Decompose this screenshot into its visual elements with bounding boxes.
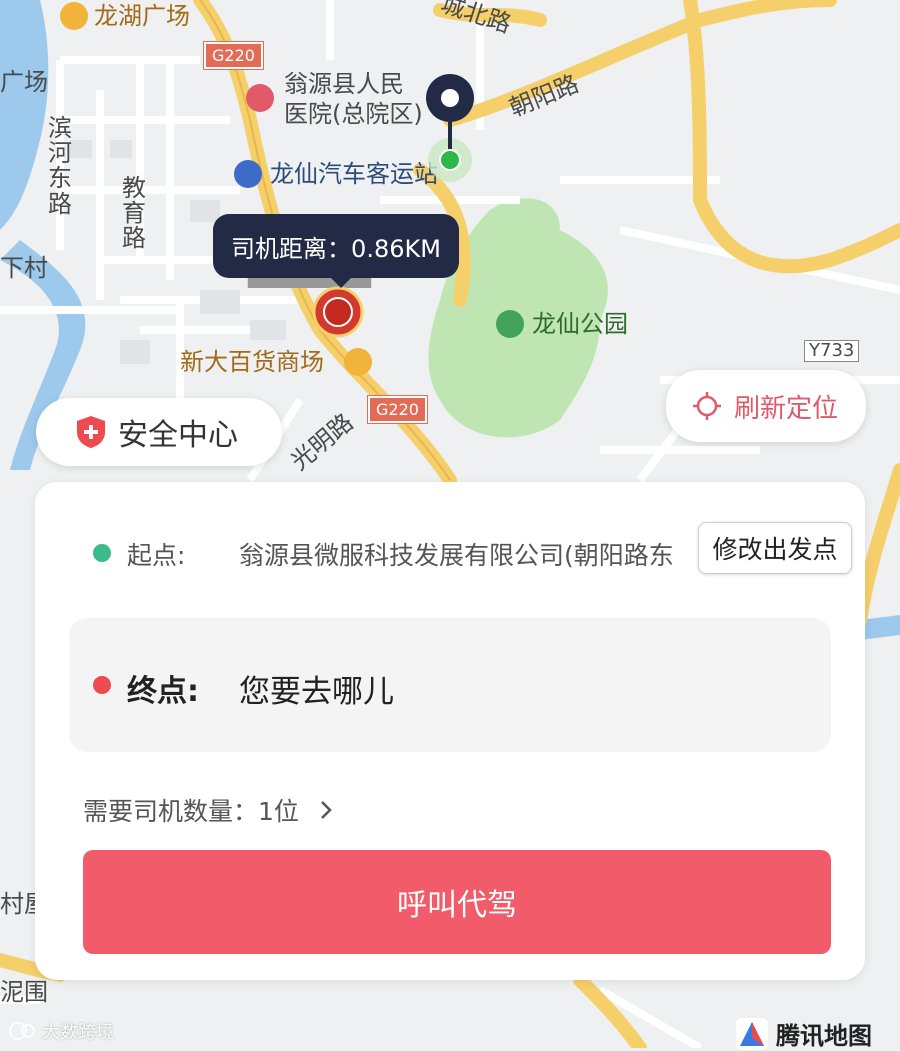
location-pin-icon bbox=[426, 74, 474, 182]
start-label: 起点: bbox=[127, 541, 186, 570]
safety-center-button[interactable]: 安全中心 bbox=[36, 398, 282, 466]
watermark-text: 大数跨境 bbox=[42, 1022, 114, 1043]
road-shield-g220-lower: G220 bbox=[367, 395, 428, 424]
map-label-hospital-line1: 翁源县人民 bbox=[284, 70, 404, 98]
driver-count-selector[interactable]: 需要司机数量：1位 bbox=[83, 792, 335, 828]
map-label-jiaoyu-road: 教育路 bbox=[122, 174, 146, 253]
map-label-y733: Y733 bbox=[804, 340, 860, 362]
trip-card: 起点: 翁源县微服科技发展有限公司(朝阳路东 修改出发点 终点: 您要去哪儿 需… bbox=[35, 482, 865, 980]
destination-input[interactable]: 终点: 您要去哪儿 bbox=[69, 618, 831, 752]
park-poi-icon bbox=[496, 310, 524, 338]
mall-poi-icon bbox=[60, 2, 88, 30]
chevron-right-icon bbox=[321, 801, 332, 819]
map-provider-logo: 腾讯地图 bbox=[736, 1016, 872, 1051]
end-dot-icon bbox=[93, 676, 111, 694]
map-label-binhe-road: 滨河东路 bbox=[48, 114, 72, 218]
refresh-location-button[interactable]: 刷新定位 bbox=[666, 370, 866, 442]
tencent-map-logo-icon bbox=[736, 1017, 768, 1050]
map-label-niwei: 泥围 bbox=[0, 978, 48, 1006]
hospital-poi-icon bbox=[246, 84, 274, 112]
map-label-xiacun: 下村 bbox=[0, 254, 48, 282]
map-label-department-store: 新大百货商场 bbox=[180, 348, 324, 376]
start-point-row[interactable]: 起点: 翁源县微服科技发展有限公司(朝阳路东 修改出发点 bbox=[35, 522, 865, 582]
refresh-location-label: 刷新定位 bbox=[734, 393, 839, 424]
watermark: 大数跨境 bbox=[8, 1018, 114, 1044]
bus-station-icon bbox=[234, 160, 262, 188]
start-address: 翁源县微服科技发展有限公司(朝阳路东 bbox=[239, 541, 674, 570]
end-label: 终点: bbox=[127, 674, 199, 709]
safety-center-label: 安全中心 bbox=[118, 418, 238, 453]
shield-plus-icon bbox=[77, 416, 105, 448]
driver-count-label: 需要司机数量：1位 bbox=[83, 797, 299, 826]
watermark-logo-icon bbox=[9, 1022, 35, 1040]
crosshair-icon bbox=[693, 392, 721, 420]
map-label-hospital-line2: 医院(总院区) bbox=[284, 100, 423, 128]
modify-start-button[interactable]: 修改出发点 bbox=[698, 522, 852, 574]
driver-marker-icon bbox=[312, 286, 364, 338]
map-provider-label: 腾讯地图 bbox=[776, 1022, 872, 1050]
shop-poi-icon bbox=[344, 348, 372, 376]
map-label-longhu-plaza: 龙湖广场 bbox=[94, 2, 190, 30]
call-driver-button[interactable]: 呼叫代驾 bbox=[83, 850, 831, 954]
road-shield-g220: G220 bbox=[203, 41, 264, 70]
start-dot-icon bbox=[93, 544, 111, 562]
map-label-longxian-park: 龙仙公园 bbox=[532, 310, 628, 338]
destination-placeholder: 您要去哪儿 bbox=[239, 674, 394, 710]
map-label-bus-station: 龙仙汽车客运站 bbox=[270, 160, 438, 188]
map-label-guangchang: 广场 bbox=[0, 68, 48, 96]
driver-distance-tooltip: 司机距离：0.86KM bbox=[213, 214, 459, 288]
